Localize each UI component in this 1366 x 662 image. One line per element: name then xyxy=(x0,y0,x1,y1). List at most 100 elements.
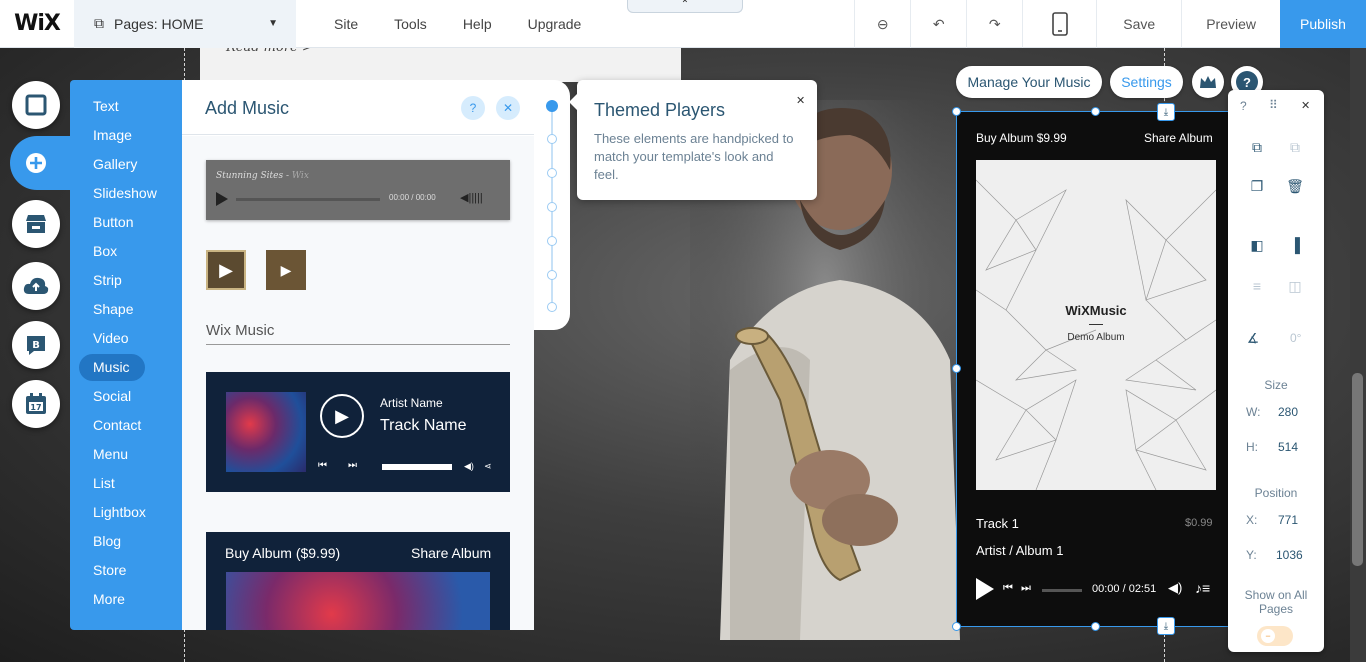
save-button[interactable]: Save xyxy=(1096,0,1181,48)
panel-close-button[interactable]: ✕ xyxy=(496,96,520,120)
cloud-upload-icon xyxy=(23,277,49,294)
menu-help[interactable]: Help xyxy=(445,16,510,32)
mobile-view-button[interactable] xyxy=(1022,0,1096,48)
resize-handle[interactable] xyxy=(1091,107,1100,116)
wix-logo[interactable]: WiX xyxy=(0,0,74,48)
add-menu-item-store[interactable]: Store xyxy=(93,562,126,578)
section-nav-dot[interactable] xyxy=(547,168,557,178)
section-nav-dot[interactable] xyxy=(547,202,557,212)
manage-music-button[interactable]: Manage Your Music xyxy=(956,66,1102,98)
x-input[interactable]: 771 xyxy=(1278,513,1298,527)
mini-audio-player[interactable]: Stunning Sites - Wix 00:00 / 00:00 ◀||||… xyxy=(206,160,510,220)
paste-icon: ⧉ xyxy=(1290,138,1300,155)
pages-dropdown-label: Pages: HOME xyxy=(114,15,204,32)
settings-button[interactable]: Settings xyxy=(1110,66,1183,98)
widget-track-price[interactable]: $0.99 xyxy=(1185,517,1213,529)
delete-icon[interactable]: 🗑 xyxy=(1285,176,1305,196)
resize-handle[interactable] xyxy=(952,107,961,116)
resize-handle[interactable] xyxy=(952,622,961,631)
rail-background-button[interactable] xyxy=(12,81,60,129)
add-menu-item-button[interactable]: Button xyxy=(93,214,133,230)
rail-upload-button[interactable] xyxy=(12,262,60,310)
music-player-widget[interactable]: Buy Album $9.99 Share Album WiXMusic Dem… xyxy=(956,111,1234,627)
upgrade-button[interactable] xyxy=(1192,66,1224,98)
rail-blog-button[interactable]: B xyxy=(12,321,60,369)
prev-icon[interactable]: ⏮ xyxy=(318,460,327,471)
add-menu-item-lightbox[interactable]: Lightbox xyxy=(93,504,146,520)
add-menu-item-music[interactable]: Music xyxy=(93,359,130,375)
tools-help-icon[interactable]: ? xyxy=(1240,99,1247,113)
add-menu-item-list[interactable]: List xyxy=(93,475,115,491)
copy-icon[interactable]: ⧉ xyxy=(1247,137,1267,157)
rotation-value[interactable]: 0° xyxy=(1290,331,1301,345)
widget-share-album[interactable]: Share Album xyxy=(1144,131,1213,145)
play-button-style-2[interactable]: ▶ xyxy=(266,250,306,290)
undo-button[interactable]: ↶ xyxy=(910,0,966,48)
wix-music-player-preset[interactable]: ▶ Artist Name Track Name ⏮ ⏭ ◀) ⋖ xyxy=(206,372,510,492)
rotate-icon[interactable]: ∡ xyxy=(1243,328,1263,348)
panel-help-button[interactable]: ? xyxy=(461,96,485,120)
widget-buy-album[interactable]: Buy Album $9.99 xyxy=(976,131,1067,145)
playlist-icon[interactable]: ♪≡ xyxy=(1195,580,1210,596)
drag-handle-icon[interactable]: ⠿ xyxy=(1269,98,1278,112)
add-menu-item-menu[interactable]: Menu xyxy=(93,446,128,462)
rail-bookings-button[interactable]: 17 xyxy=(12,380,60,428)
add-menu-item-text[interactable]: Text xyxy=(93,98,119,114)
mini-player-progress[interactable] xyxy=(236,198,380,201)
add-menu-item-image[interactable]: Image xyxy=(93,127,132,143)
show-on-all-pages-toggle[interactable]: − xyxy=(1257,626,1293,646)
align-icon[interactable]: ▐ xyxy=(1285,235,1305,255)
add-menu-item-slideshow[interactable]: Slideshow xyxy=(93,185,157,201)
redo-button[interactable]: ↷ xyxy=(966,0,1022,48)
section-nav-dot[interactable] xyxy=(547,270,557,280)
width-input[interactable]: 280 xyxy=(1278,405,1298,419)
widget-progress-bar[interactable] xyxy=(1042,589,1082,592)
resize-handle[interactable] xyxy=(1091,622,1100,631)
add-menu-item-blog[interactable]: Blog xyxy=(93,533,121,549)
add-menu-item-strip[interactable]: Strip xyxy=(93,272,122,288)
zoom-out-button[interactable]: ⊖ xyxy=(854,0,910,48)
arrange-icon[interactable]: ◧ xyxy=(1247,235,1267,255)
anchor-icon[interactable]: ⤓ xyxy=(1157,103,1175,121)
canvas-scrollbar[interactable] xyxy=(1350,48,1366,662)
play-button-style-1[interactable]: ▶ xyxy=(206,250,246,290)
add-menu-item-gallery[interactable]: Gallery xyxy=(93,156,137,172)
add-menu-item-shape[interactable]: Shape xyxy=(93,301,133,317)
rail-app-market-button[interactable] xyxy=(12,200,60,248)
collapse-toolbar-tab[interactable]: ⌃ xyxy=(627,0,743,13)
height-input[interactable]: 514 xyxy=(1278,440,1298,454)
next-icon[interactable]: ⏭ xyxy=(348,460,357,471)
resize-handle[interactable] xyxy=(952,364,961,373)
tools-close-icon[interactable]: ✕ xyxy=(1301,99,1310,112)
scrollbar-thumb[interactable] xyxy=(1352,373,1363,566)
section-nav-dot[interactable] xyxy=(547,302,557,312)
add-menu-item-video[interactable]: Video xyxy=(93,330,129,346)
volume-bar[interactable] xyxy=(382,464,452,470)
menu-tools[interactable]: Tools xyxy=(376,16,445,32)
menu-upgrade[interactable]: Upgrade xyxy=(510,16,600,32)
share-icon[interactable]: ⋖ xyxy=(484,461,492,472)
section-nav-dot[interactable] xyxy=(547,134,557,144)
add-menu-item-social[interactable]: Social xyxy=(93,388,131,404)
play-icon[interactable] xyxy=(976,578,994,600)
preview-button[interactable]: Preview xyxy=(1181,0,1280,48)
next-icon[interactable]: ⏭ xyxy=(1021,582,1031,595)
add-menu-item-contact[interactable]: Contact xyxy=(93,417,141,433)
toggle-knob-icon: − xyxy=(1261,629,1275,643)
tooltip-close-icon[interactable]: ✕ xyxy=(796,94,805,107)
anchor-icon[interactable]: ⤓ xyxy=(1157,617,1175,635)
section-nav-dot-active[interactable] xyxy=(546,100,558,112)
play-button[interactable]: ▶ xyxy=(320,394,364,438)
duplicate-icon[interactable]: ❐ xyxy=(1247,176,1267,196)
section-nav-dot[interactable] xyxy=(547,236,557,246)
menu-site[interactable]: Site xyxy=(316,16,376,32)
publish-button[interactable]: Publish xyxy=(1280,0,1366,48)
rail-add-button[interactable] xyxy=(12,139,60,187)
add-menu-item-more[interactable]: More xyxy=(93,591,125,607)
volume-icon[interactable]: ◀) xyxy=(1168,580,1182,596)
pages-dropdown[interactable]: ⧉ Pages: HOME ▼ xyxy=(74,0,296,48)
y-input[interactable]: 1036 xyxy=(1276,548,1303,562)
album-player-preset[interactable]: Buy Album ($9.99) Share Album xyxy=(206,532,510,630)
add-menu-item-box[interactable]: Box xyxy=(93,243,117,259)
prev-icon[interactable]: ⏮ xyxy=(1003,582,1013,595)
